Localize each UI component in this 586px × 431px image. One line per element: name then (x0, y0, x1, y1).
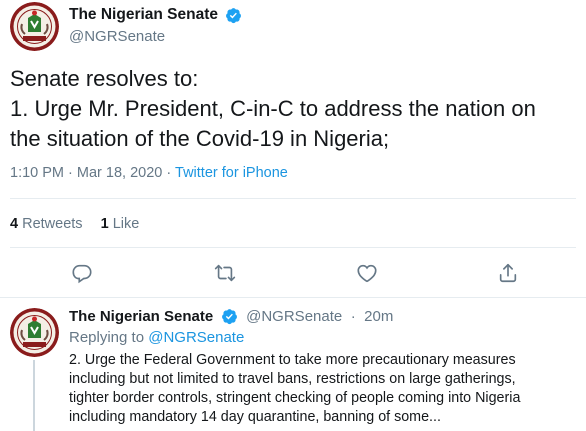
reply-icon (72, 264, 92, 284)
likes-label: Like (112, 216, 140, 232)
retweet-icon (214, 264, 236, 282)
retweets-stat[interactable]: 4 Retweets (10, 216, 83, 232)
reply-author-row: The Nigerian Senate @NGRSenate · 20m (69, 308, 393, 326)
share-button[interactable] (497, 262, 519, 284)
share-icon (499, 263, 517, 283)
meta-separator: · (350, 308, 356, 326)
divider (10, 247, 576, 248)
divider (10, 198, 576, 199)
reply-tweet[interactable]: The Nigerian Senate @NGRSenate · 20m Rep… (0, 298, 586, 431)
reply-text: 2. Urge the Federal Government to take m… (69, 351, 581, 427)
reply-text-line: tighter border controls, stringent check… (69, 390, 521, 406)
tweet-actions-bar (0, 262, 586, 284)
author-display-name[interactable]: The Nigerian Senate (69, 6, 218, 24)
tweet-date[interactable]: Mar 18, 2020 (77, 165, 162, 181)
like-button[interactable] (356, 262, 378, 284)
main-tweet: The Nigerian Senate @NGRSenate Senate re… (0, 0, 586, 297)
tweet-meta: 1:10 PM · Mar 18, 2020 · Twitter for iPh… (10, 165, 288, 181)
retweets-count: 4 (10, 216, 19, 232)
reply-button[interactable] (71, 262, 93, 284)
engagement-stats: 4 Retweets 1 Like (10, 216, 153, 232)
replying-to: Replying to @NGRSenate (69, 329, 244, 346)
reply-time-ago[interactable]: 20m (364, 308, 393, 325)
replying-to-mention-link[interactable]: @NGRSenate (148, 329, 244, 346)
author-name-row: The Nigerian Senate (69, 6, 242, 24)
retweet-button[interactable] (214, 262, 236, 284)
reply-author-display-name[interactable]: The Nigerian Senate (69, 308, 213, 325)
reply-author-handle[interactable]: @NGRSenate (246, 308, 342, 325)
reply-text-line: 2. Urge the Federal Government to take m… (69, 352, 516, 368)
tweet-text-line: Senate resolves to: (10, 66, 199, 91)
verified-badge-icon (221, 308, 238, 325)
tweet-time[interactable]: 1:10 PM (10, 165, 64, 181)
retweets-label: Retweets (22, 216, 83, 232)
replying-to-label: Replying to (69, 329, 145, 346)
tweet-text-line: 1. Urge Mr. President, C-in-C to address… (10, 96, 536, 121)
senate-seal-avatar[interactable] (10, 2, 59, 51)
thread-line (33, 360, 35, 431)
reply-text-line: including but not limited to travel bans… (69, 371, 516, 387)
tweet-text: Senate resolves to: 1. Urge Mr. Presiden… (10, 64, 580, 154)
verified-badge-icon (225, 7, 242, 24)
tweet-text-line: the situation of the Covid-19 in Nigeria… (10, 126, 390, 151)
author-handle[interactable]: @NGRSenate (69, 28, 165, 45)
meta-separator: · (68, 165, 73, 181)
tweet-source-link[interactable]: Twitter for iPhone (175, 165, 288, 181)
meta-separator: · (166, 165, 172, 181)
likes-stat[interactable]: 1 Like (101, 216, 140, 232)
likes-count: 1 (100, 216, 109, 232)
senate-seal-avatar[interactable] (10, 308, 59, 357)
reply-text-line: including mandatory 14 day quarantine, b… (69, 409, 441, 425)
like-icon (357, 264, 377, 283)
